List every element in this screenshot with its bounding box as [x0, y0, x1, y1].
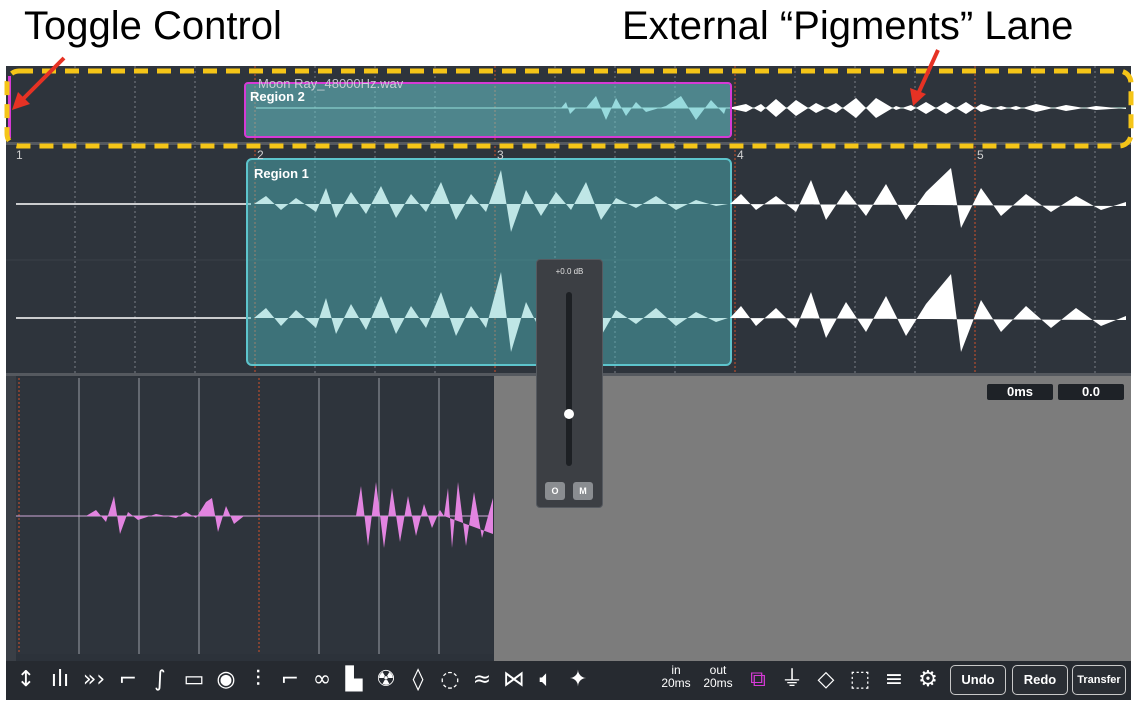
- gain-label: +0.0 dB: [555, 267, 584, 276]
- radioactive-icon[interactable]: ☢: [372, 667, 400, 693]
- zoomed-waveform: [16, 378, 493, 654]
- fast-forward-icon[interactable]: »›: [80, 667, 108, 693]
- step-icon[interactable]: ⌐: [276, 667, 304, 693]
- bar-marker-4: 4: [737, 148, 744, 162]
- fade-out-control[interactable]: out 20ms: [700, 664, 736, 690]
- transfer-button[interactable]: Transfer: [1072, 665, 1126, 695]
- toggle-control[interactable]: [8, 76, 11, 138]
- bottom-left-strip: [6, 376, 16, 661]
- undo-button[interactable]: Undo: [950, 665, 1006, 695]
- sparkle-icon[interactable]: ✦: [564, 667, 592, 693]
- bowtie-icon[interactable]: ⋈: [500, 667, 528, 693]
- resize-vertical-icon[interactable]: ↕: [14, 667, 38, 693]
- fade-in-control[interactable]: in 20ms: [658, 664, 694, 690]
- bar-marker-3: 3: [497, 148, 504, 162]
- annotation-pigments-lane: External “Pigments” Lane: [622, 4, 1074, 48]
- diamond-icon[interactable]: ◇: [812, 667, 840, 693]
- bottom-toolbar: ↕ ılı »› ⌐ ∫ ▭ ◉ ⫶ ⌐ ∞ ▙ ☢ ◊ ◌ ≈ ⋈ 🔈︎ ✦ …: [6, 661, 1131, 700]
- pigments-lane[interactable]: Moon Ray_48000Hz.wav Region 2: [6, 66, 1131, 142]
- value-readout[interactable]: 0.0: [1058, 384, 1124, 400]
- dotted-circle-icon[interactable]: ◌: [436, 667, 464, 693]
- region-1-label: Region 1: [254, 166, 309, 181]
- wave-icon[interactable]: ≈: [468, 667, 496, 693]
- lines-icon[interactable]: ≡: [880, 667, 908, 693]
- funnel-icon[interactable]: ⏚: [778, 667, 806, 693]
- waveform-icon[interactable]: ılı: [46, 667, 74, 693]
- bar-marker-5: 5: [977, 148, 984, 162]
- redo-button[interactable]: Redo: [1012, 665, 1068, 695]
- speaker-icon[interactable]: 🔈︎: [532, 667, 560, 693]
- annotation-toggle-control: Toggle Control: [24, 4, 282, 48]
- region-2-label: Region 2: [250, 89, 305, 104]
- lane-separator: [6, 142, 1131, 145]
- crop-icon[interactable]: ⧉: [744, 667, 772, 693]
- o-button[interactable]: O: [545, 482, 565, 500]
- audio-editor: Moon Ray_48000Hz.wav Region 2 1 2 3 4 5 …: [6, 66, 1131, 700]
- pulse-icon[interactable]: ⫶: [244, 667, 272, 693]
- bar-marker-1: 1: [16, 148, 23, 162]
- fade-in-curve-icon[interactable]: ∫: [146, 667, 174, 693]
- gain-fader-panel[interactable]: +0.0 dB O M: [536, 259, 603, 508]
- disc-icon[interactable]: ◉: [212, 667, 240, 693]
- fade-out-value: 20ms: [703, 676, 733, 690]
- bars-icon[interactable]: ▙: [340, 667, 368, 693]
- time-readout[interactable]: 0ms: [987, 384, 1053, 400]
- fade-out-curve-icon[interactable]: ⌐: [114, 667, 142, 693]
- tape-icon[interactable]: ▭: [180, 667, 208, 693]
- linked-rings-icon[interactable]: ∞: [308, 667, 336, 693]
- fader-track[interactable]: [566, 292, 572, 466]
- fader-knob[interactable]: [564, 408, 574, 419]
- gear-icon[interactable]: ⚙: [914, 667, 942, 693]
- m-button[interactable]: M: [573, 482, 593, 500]
- marquee-icon[interactable]: ⬚: [846, 667, 874, 693]
- zoomed-waveform-view[interactable]: [16, 378, 493, 654]
- crystal-icon[interactable]: ◊: [404, 667, 432, 693]
- fade-in-value: 20ms: [661, 676, 691, 690]
- bar-marker-2: 2: [257, 148, 264, 162]
